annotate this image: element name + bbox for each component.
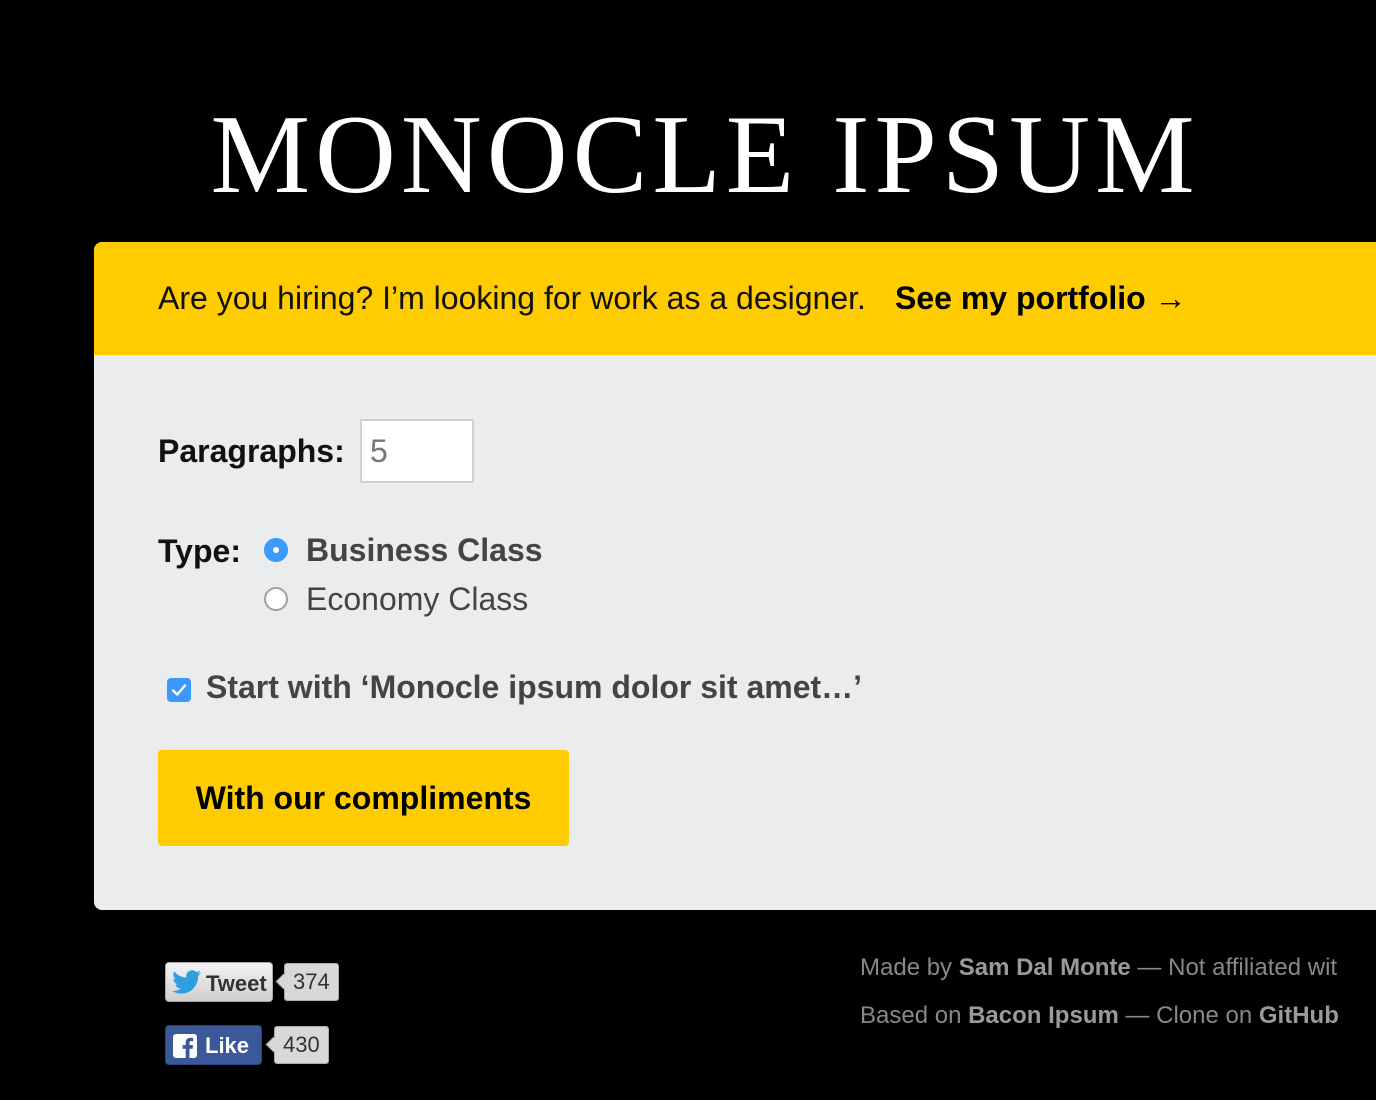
start-with-checkbox[interactable] <box>167 678 191 702</box>
start-with-label[interactable]: Start with ‘Monocle ipsum dolor sit amet… <box>206 669 862 706</box>
business-class-label[interactable]: Business Class <box>306 532 543 569</box>
generate-button[interactable]: With our compliments <box>158 750 569 846</box>
type-label: Type: <box>158 533 241 569</box>
economy-class-label[interactable]: Economy Class <box>306 581 528 618</box>
paragraphs-label: Paragraphs: <box>158 433 345 469</box>
github-link[interactable]: GitHub <box>1259 1002 1339 1029</box>
like-label: Like <box>205 1033 250 1058</box>
footer-credits: Made by Sam Dal Monte — Not affiliated w… <box>860 954 1337 982</box>
generator-card: Are you hiring? I’m looking for work as … <box>94 242 1376 910</box>
clone-on-prefix: Clone on <box>1156 1002 1253 1029</box>
tweet-count: 374 <box>284 963 339 1001</box>
made-by-prefix: Made by <box>860 954 953 981</box>
twitter-bird-icon <box>172 970 201 994</box>
author-link[interactable]: Sam Dal Monte <box>959 954 1131 981</box>
based-on-prefix: Based on <box>860 1002 962 1029</box>
hiring-banner: Are you hiring? I’m looking for work as … <box>94 242 1376 355</box>
bacon-ipsum-link[interactable]: Bacon Ipsum <box>968 1002 1119 1029</box>
site-title: MONOCLE IPSUM <box>210 93 1200 217</box>
footer-source: Based on Bacon Ipsum — Clone on GitHub <box>860 1002 1339 1030</box>
affiliation-note: Not affiliated wit <box>1168 954 1338 981</box>
business-class-radio[interactable] <box>264 538 288 562</box>
tweet-button[interactable]: Tweet <box>165 962 273 1002</box>
economy-class-radio[interactable] <box>264 587 288 611</box>
footer-separator: — <box>1137 954 1162 981</box>
like-count: 430 <box>274 1026 329 1064</box>
facebook-like-button[interactable]: Like <box>165 1025 262 1065</box>
paragraphs-input[interactable] <box>360 419 474 483</box>
footer-separator: — <box>1125 1002 1150 1029</box>
portfolio-link[interactable]: See my portfolio → <box>895 280 1187 317</box>
hiring-text: Are you hiring? I’m looking for work as … <box>158 280 866 316</box>
facebook-icon <box>173 1034 197 1058</box>
checkmark-icon <box>171 684 187 696</box>
tweet-label: Tweet <box>206 971 267 996</box>
